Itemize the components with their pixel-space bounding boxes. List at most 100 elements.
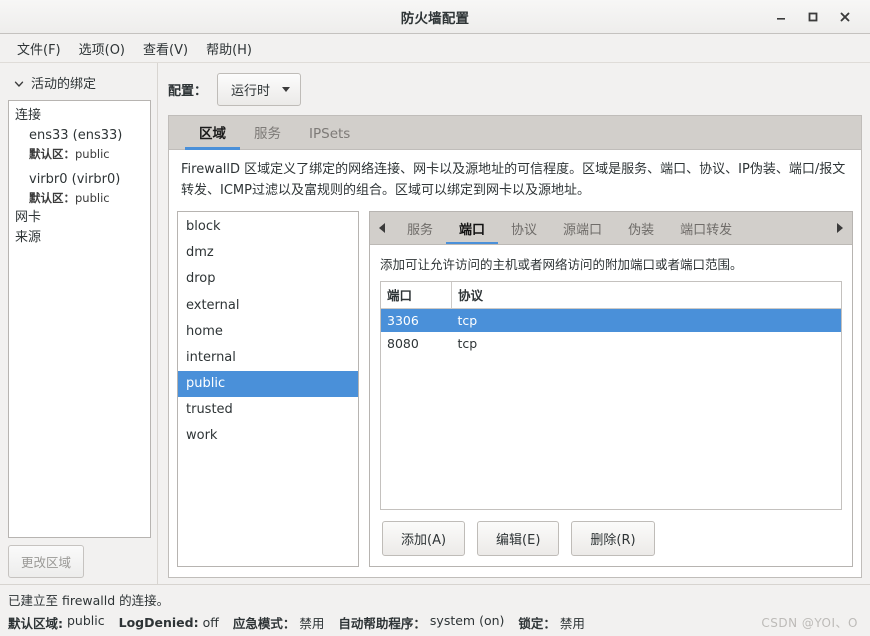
chevron-right-icon <box>837 223 843 234</box>
table-header-row: 端口 协议 <box>381 282 841 310</box>
menu-options[interactable]: 选项(O) <box>70 36 134 61</box>
status-default-zone: 默认区域: public <box>8 613 105 632</box>
status-default-zone-value: public <box>67 613 105 628</box>
connection-zone-value: public <box>75 191 110 206</box>
tabstrip-scroll-left-button[interactable] <box>370 212 394 244</box>
tab-ports[interactable]: 端口 <box>446 213 499 245</box>
connection-zone-key: 默认区： <box>29 191 75 206</box>
chevron-down-icon <box>14 78 24 88</box>
connection-status-message: 已建立至 firewalld 的连接。 <box>8 593 170 608</box>
configuration-label: 配置： <box>168 84 208 99</box>
menu-file[interactable]: 文件(F) <box>8 36 70 61</box>
table-row[interactable]: 8080 tcp <box>381 332 841 355</box>
cell-port: 3306 <box>381 308 452 333</box>
window-titlebar: 防火墙配置 <box>0 0 870 34</box>
connection-zone: 默认区：public <box>29 146 150 164</box>
status-logdenied: LogDenied: off <box>119 615 219 630</box>
active-bindings-expander[interactable]: 活动的绑定 <box>8 71 151 100</box>
zone-item-drop[interactable]: drop <box>178 266 358 292</box>
cell-port: 8080 <box>387 336 419 352</box>
zone-item-work[interactable]: work <box>178 423 358 449</box>
maximize-icon[interactable] <box>802 6 824 28</box>
zone-detail-tablist: 服务 端口 协议 源端口 伪装 端口转发 <box>394 212 828 245</box>
add-port-button[interactable]: 添加(A) <box>382 521 466 556</box>
zone-item-trusted[interactable]: trusted <box>178 397 358 423</box>
tab-zones[interactable]: 区域 <box>185 116 240 150</box>
status-automatic-helpers-value: system (on) <box>429 613 505 628</box>
configuration-toolbar: 配置： 运行时 <box>168 73 862 115</box>
chevron-down-icon <box>282 87 291 92</box>
status-logdenied-key: LogDenied: <box>118 615 199 630</box>
active-bindings-pane: 活动的绑定 连接 ens33 (ens33) 默认区：public virbr0… <box>0 63 158 584</box>
column-header-port[interactable]: 端口 <box>381 282 452 310</box>
zone-item-external[interactable]: external <box>178 293 358 319</box>
zone-detail-tabstrip: 服务 端口 协议 源端口 伪装 端口转发 <box>370 212 852 246</box>
minimize-icon[interactable] <box>770 6 792 28</box>
active-bindings-label: 活动的绑定 <box>31 77 97 92</box>
main-notebook-tabstrip: 区域 服务 IPSets <box>169 116 861 150</box>
status-panic-mode: 应急模式： 禁用 <box>233 613 325 632</box>
tab-ipsets[interactable]: IPSets <box>295 120 364 150</box>
ports-table-container[interactable]: 端口 协议 3306 tcp 8080 tcp <box>380 281 842 510</box>
connection-zone-value: public <box>75 147 110 162</box>
zone-item-public[interactable]: public <box>178 370 358 398</box>
menubar: 文件(F) 选项(O) 查看(V) 帮助(H) <box>0 34 870 63</box>
connection-zone-key: 默认区： <box>29 147 75 162</box>
menu-view[interactable]: 查看(V) <box>134 36 197 61</box>
status-lockdown-key: 锁定： <box>518 616 556 631</box>
configuration-pane: 配置： 运行时 区域 服务 IPSets FirewallD 区域定义了绑定的网… <box>158 63 870 584</box>
edit-port-button[interactable]: 编辑(E) <box>477 521 560 556</box>
remove-port-button[interactable]: 删除(R) <box>571 521 655 556</box>
tab-protocols[interactable]: 协议 <box>498 213 550 244</box>
cell-protocol: tcp <box>457 336 478 352</box>
ports-description: 添加可让允许访问的主机或者网络访问的附加端口或者端口范围。 <box>380 257 743 273</box>
configuration-select-value: 运行时 <box>231 84 271 99</box>
tabstrip-scroll-right-button[interactable] <box>828 212 852 244</box>
tab-port-forward[interactable]: 端口转发 <box>667 213 745 244</box>
status-lockdown: 锁定： 禁用 <box>518 613 585 632</box>
status-logdenied-value: off <box>202 615 219 630</box>
ports-table: 端口 协议 3306 tcp 8080 tcp <box>381 282 841 355</box>
tree-group-interfaces[interactable]: 网卡 <box>15 208 150 228</box>
status-automatic-helpers: 自动帮助程序： system (on) <box>338 613 504 632</box>
main-split: 活动的绑定 连接 ens33 (ens33) 默认区：public virbr0… <box>0 63 870 584</box>
change-zone-button[interactable]: 更改区域 <box>8 545 85 578</box>
tree-item-connection[interactable]: virbr0 (virbr0) 默认区：public <box>15 170 150 208</box>
tree-group-sources[interactable]: 来源 <box>15 228 150 248</box>
connection-zone: 默认区：public <box>29 190 150 208</box>
tab-source-ports[interactable]: 源端口 <box>550 213 615 244</box>
column-header-protocol[interactable]: 协议 <box>451 282 841 310</box>
zone-item-dmz[interactable]: dmz <box>178 240 358 266</box>
zone-item-block[interactable]: block <box>178 214 358 240</box>
status-panic-mode-value: 禁用 <box>299 616 325 631</box>
connection-name: virbr0 (virbr0) <box>29 172 121 188</box>
main-notebook: 区域 服务 IPSets FirewallD 区域定义了绑定的网络连接、网卡以及… <box>168 115 862 578</box>
status-fields: 默认区域: public LogDenied: off 应急模式： 禁用 自动帮… <box>8 613 862 632</box>
tree-group-connections[interactable]: 连接 <box>15 106 150 126</box>
window-title: 防火墙配置 <box>400 10 470 27</box>
zone-item-internal[interactable]: internal <box>178 345 358 371</box>
cell-protocol: tcp <box>451 308 841 333</box>
close-icon[interactable] <box>834 6 856 28</box>
connection-name: ens33 (ens33) <box>29 128 123 144</box>
firewall-config-window: 防火墙配置 文件(F) 选项(O) 查看(V) 帮助(H) 活动的绑定 连接 e… <box>0 0 870 636</box>
tree-item-connection[interactable]: ens33 (ens33) 默认区：public <box>15 126 150 164</box>
zone-item-home[interactable]: home <box>178 319 358 345</box>
status-automatic-helpers-key: 自动帮助程序： <box>338 616 426 631</box>
bindings-tree[interactable]: 连接 ens33 (ens33) 默认区：public virbr0 (virb… <box>8 100 151 538</box>
status-lockdown-value: 禁用 <box>559 616 585 631</box>
tab-masquerade[interactable]: 伪装 <box>615 213 667 244</box>
zone-list[interactable]: block dmz drop external home internal pu… <box>177 211 359 567</box>
status-default-zone-key: 默认区域: <box>8 616 63 631</box>
configuration-select[interactable]: 运行时 <box>217 73 302 106</box>
status-panic-mode-key: 应急模式： <box>232 616 296 631</box>
zone-detail-notebook: 服务 端口 协议 源端口 伪装 端口转发 添加可让允许访问的主机或者网络访问的附… <box>369 211 853 567</box>
zones-description: FirewallD 区域定义了绑定的网络连接、网卡以及源地址的可信程度。区域是服… <box>181 162 846 199</box>
ports-action-buttons: 添加(A) 编辑(E) 删除(R) <box>370 510 852 566</box>
chevron-left-icon <box>379 223 385 234</box>
menu-help[interactable]: 帮助(H) <box>197 36 261 61</box>
tab-services[interactable]: 服务 <box>394 213 446 244</box>
zones-content: block dmz drop external home internal pu… <box>169 211 861 577</box>
table-row[interactable]: 3306 tcp <box>381 308 841 333</box>
tab-services[interactable]: 服务 <box>240 116 295 150</box>
